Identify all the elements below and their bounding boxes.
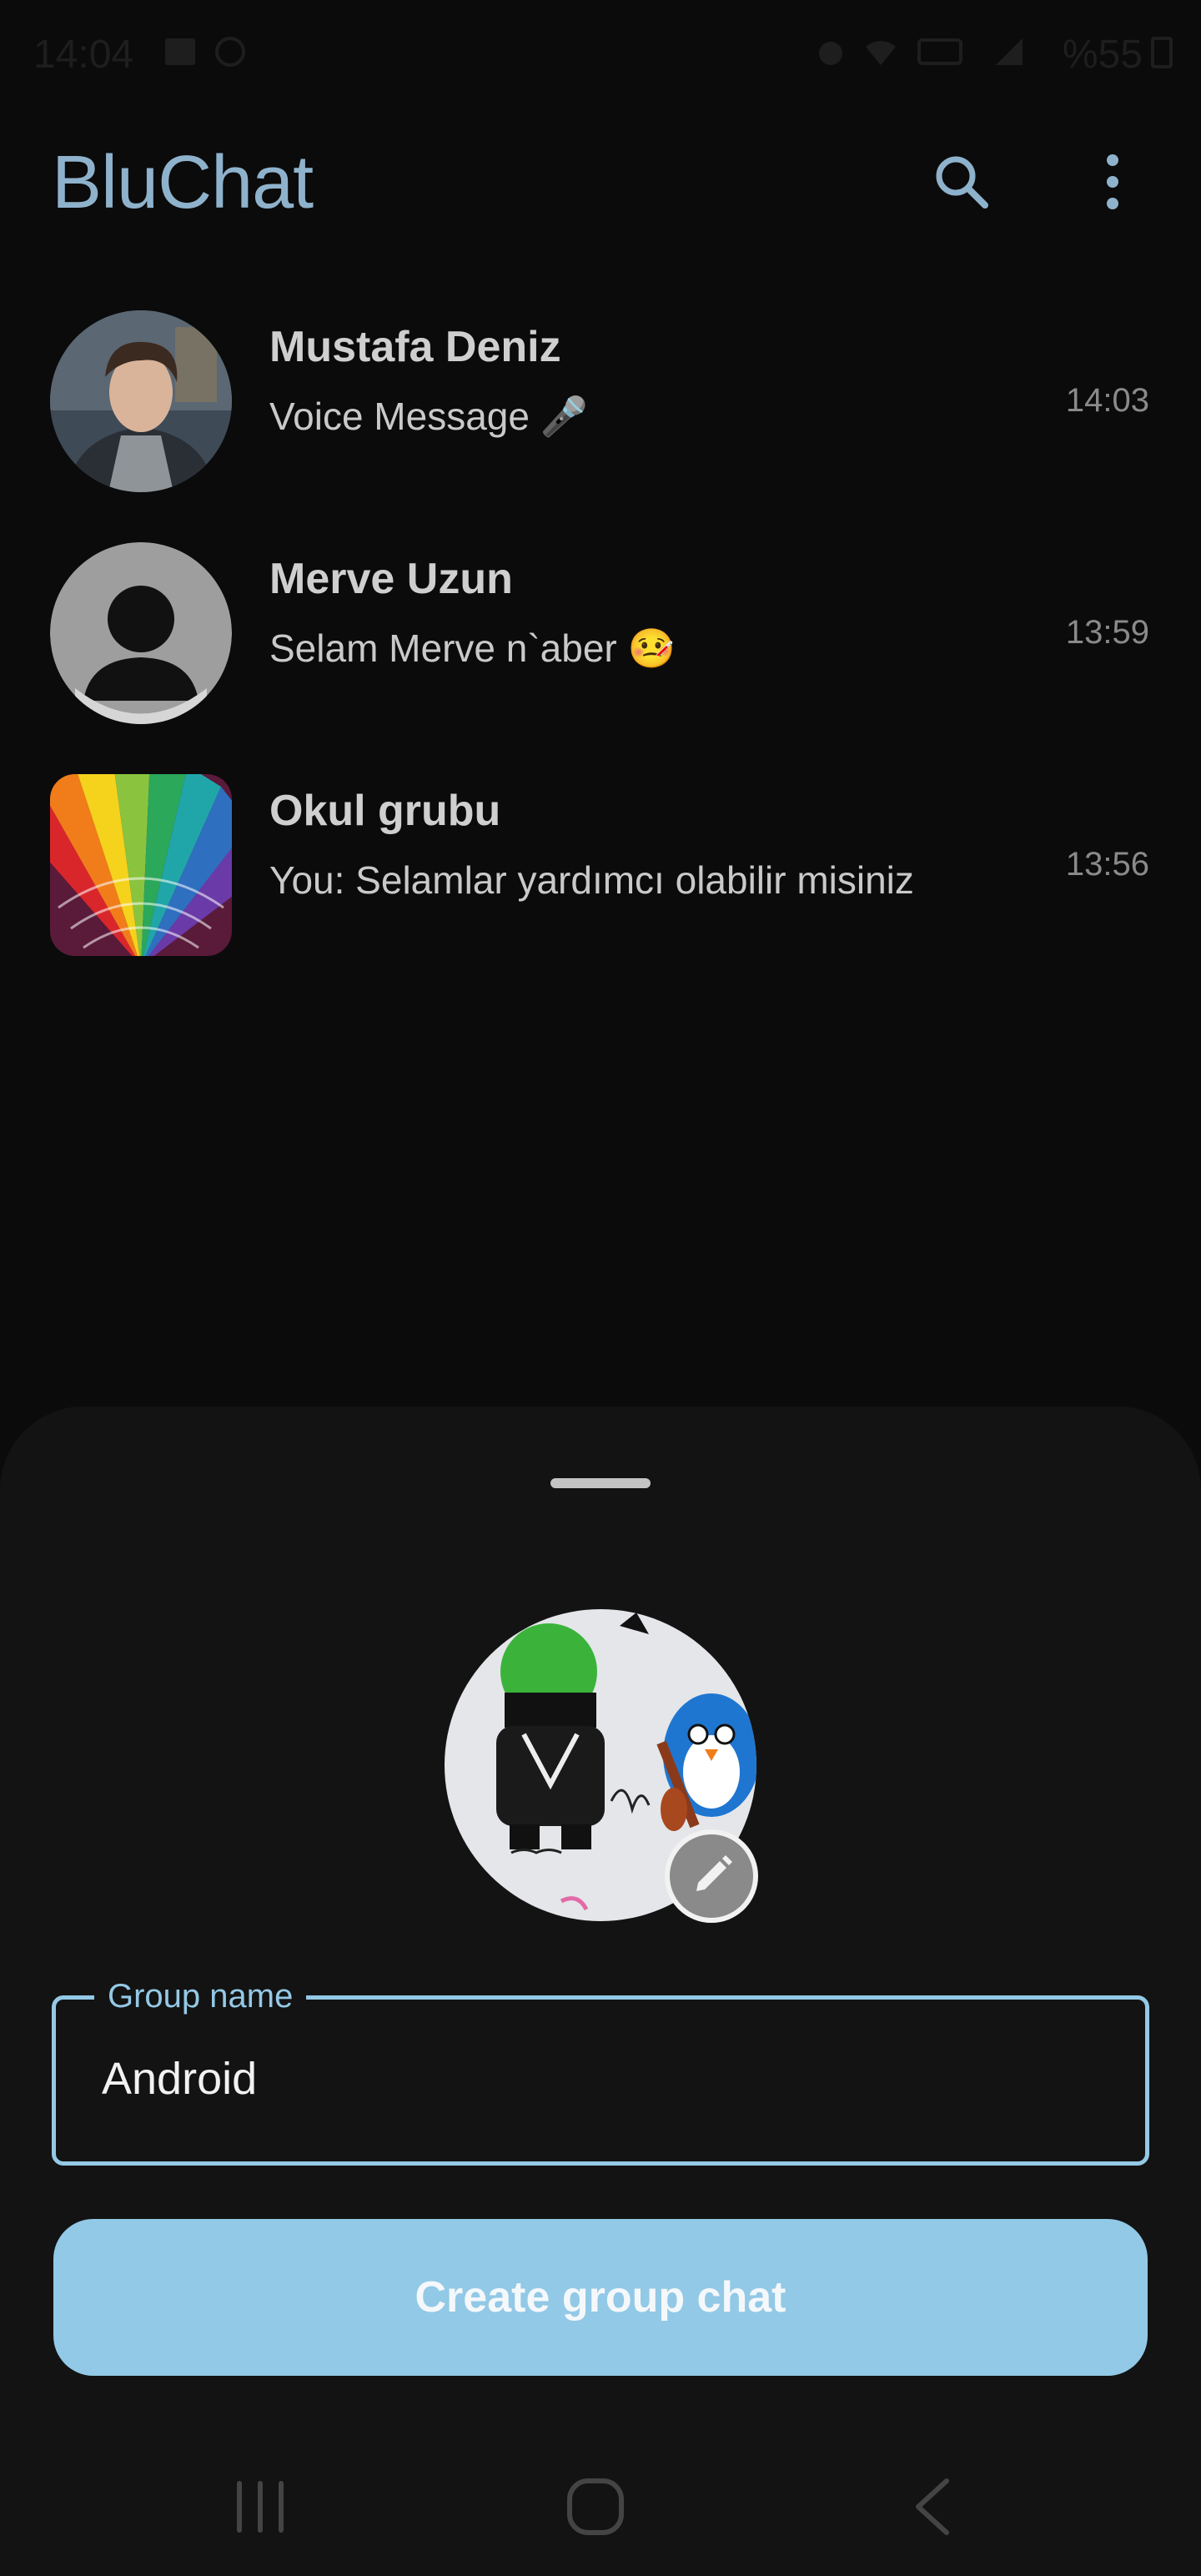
drag-handle[interactable]	[550, 1478, 651, 1488]
create-group-chat-button[interactable]: Create group chat	[53, 2219, 1148, 2376]
photo-avatar	[50, 310, 232, 492]
chat-last-message: Selam Merve n`aber 🤒	[269, 626, 676, 670]
status-time: 14:04	[33, 33, 134, 77]
group-name-field[interactable]: Group name	[52, 1978, 1149, 2166]
chat-last-message: You: Selamlar yardımcı olabilir misiniz	[269, 858, 914, 902]
chat-time: 14:03	[1065, 382, 1149, 419]
status-bar: 14:04 %55	[0, 0, 1201, 100]
app-title: BluChat	[52, 141, 314, 224]
chat-name: Merve Uzun	[269, 555, 513, 603]
recent-apps-icon	[237, 2481, 284, 2533]
create-group-sheet: Group name Create group chat	[0, 1406, 1201, 2576]
battery-icon	[1151, 37, 1173, 68]
recent-apps-button[interactable]	[210, 2469, 310, 2544]
more-vert-icon	[1107, 154, 1118, 209]
alarm-icon	[819, 42, 842, 65]
chat-item-okul-grubu[interactable]: Okul grubu You: Selamlar yardımcı olabil…	[0, 774, 1201, 1006]
chat-item-merve-uzun[interactable]: Merve Uzun Selam Merve n`aber 🤒 13:59	[0, 542, 1201, 774]
back-button[interactable]	[882, 2469, 982, 2544]
hd-icon	[917, 38, 962, 65]
edit-photo-button[interactable]	[665, 1829, 758, 1923]
wifi-icon	[866, 41, 896, 65]
default-person-avatar	[50, 542, 232, 724]
pencil-icon	[696, 1855, 732, 1891]
signal-icon	[996, 38, 1023, 65]
chat-last-message: Voice Message 🎤	[269, 395, 589, 438]
search-button[interactable]	[920, 140, 1003, 224]
group-name-input[interactable]	[102, 2053, 1103, 2105]
home-icon	[567, 2478, 624, 2535]
color-swatch-avatar	[50, 774, 232, 956]
home-button[interactable]	[545, 2469, 646, 2544]
whatsapp-icon	[215, 37, 245, 67]
chat-time: 13:56	[1065, 846, 1149, 883]
chat-name: Mustafa Deniz	[269, 323, 561, 371]
more-options-button[interactable]	[1071, 140, 1154, 224]
chat-item-mustafa-deniz[interactable]: Mustafa Deniz Voice Message 🎤 14:03	[0, 310, 1201, 542]
back-icon	[916, 2478, 949, 2535]
chat-time: 13:59	[1065, 614, 1149, 651]
search-icon	[936, 156, 988, 209]
group-name-label: Group name	[94, 1978, 307, 2015]
chat-name: Okul grubu	[269, 787, 501, 835]
gallery-icon	[165, 38, 195, 65]
battery-percentage: %55	[1062, 33, 1143, 77]
